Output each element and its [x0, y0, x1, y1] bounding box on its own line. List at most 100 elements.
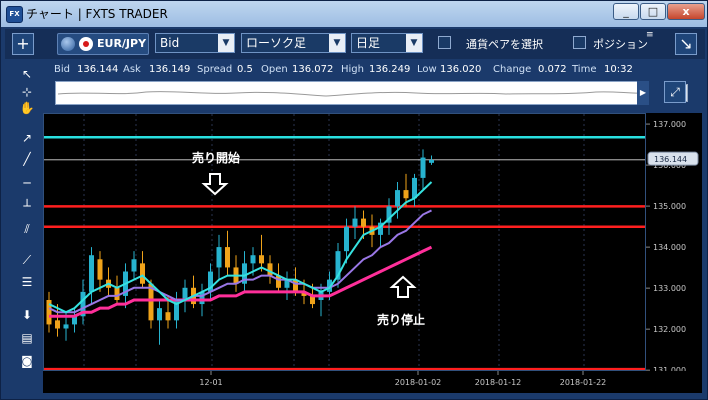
add-chart-button[interactable]: +: [12, 33, 34, 55]
price-axis-svg: 137.000136.000135.000134.000133.000132.0…: [646, 120, 699, 375]
y-tick-label: 132.000: [653, 325, 686, 334]
price-type-value: Bid: [160, 36, 180, 50]
candle-body: [352, 218, 358, 227]
chart-type-select[interactable]: ローソク足 ▼: [241, 33, 346, 53]
candle-body: [55, 320, 60, 329]
time-axis-svg: 12-01 2018-01-02 2018-01-12 2018-01-22: [199, 371, 607, 387]
cursor-icon[interactable]: ↖: [16, 65, 38, 83]
candlestick-chart: 売り開始売り停止: [44, 114, 645, 370]
candle-body: [429, 159, 434, 163]
globe-icon: [61, 37, 75, 51]
position-checkbox[interactable]: [573, 36, 586, 49]
minimize-button[interactable]: _: [613, 3, 639, 20]
candle-body: [131, 259, 137, 272]
japan-flag-icon: [79, 37, 93, 51]
time-label: Time: [572, 64, 597, 75]
trendline-tool-icon[interactable]: ↗: [16, 129, 38, 147]
bid-label: Bid: [54, 64, 70, 75]
low-label: Low: [417, 64, 437, 75]
fib-tool-icon[interactable]: ☰: [16, 273, 38, 291]
candle-body: [395, 190, 400, 207]
left-toolbar: ↖ ⊹ ✋ ↗ ╱ ─ ┴ ⫽ ⟋ ☰ ⬇ ▤ ◙: [14, 63, 40, 393]
price-type-select[interactable]: Bid ▼: [155, 33, 235, 53]
chevron-down-icon: ▼: [218, 34, 234, 52]
sell-start-arrow-shape: [201, 173, 229, 196]
quote-info-bar: Bid 136.144 Ask 136.149 Spread 0.5 Open …: [41, 61, 701, 77]
spread-label: Spread: [197, 64, 233, 75]
download-icon[interactable]: ⬇: [16, 306, 38, 324]
ask-label: Ask: [123, 64, 141, 75]
change-label: Change: [493, 64, 532, 75]
hand-icon[interactable]: ✋: [16, 99, 38, 117]
ask-value: 136.149: [149, 64, 191, 75]
candle-body: [225, 247, 230, 268]
candle-body: [361, 218, 366, 227]
high-label: High: [341, 64, 364, 75]
fan-tool-icon[interactable]: ⟋: [16, 251, 38, 269]
y-tick-label: 133.000: [653, 284, 686, 293]
chart-type-value: ローソク足: [246, 36, 307, 50]
y-tick-label: 134.000: [653, 243, 686, 252]
low-value: 136.020: [440, 64, 482, 75]
camera-icon[interactable]: ◙: [16, 352, 38, 370]
time-axis: 12-01 2018-01-02 2018-01-12 2018-01-22: [43, 371, 702, 393]
change-value: 0.072: [538, 64, 567, 75]
open-value: 136.072: [292, 64, 334, 75]
candle-body: [97, 259, 103, 280]
close-button[interactable]: x: [667, 3, 705, 20]
navigator-right-arrow[interactable]: ▶: [637, 81, 649, 105]
candle-body: [420, 157, 426, 178]
high-value: 136.249: [369, 64, 411, 75]
title-bar[interactable]: FX チャート | FXTS TRADER _ □ x: [1, 1, 707, 27]
candle-body: [140, 263, 145, 284]
undock-button[interactable]: ↘: [675, 33, 697, 55]
open-label: Open: [261, 64, 288, 75]
y-tick-label: 137.000: [653, 120, 686, 129]
position-label: ポジション: [593, 38, 648, 51]
x-tick-label: 12-01: [199, 378, 222, 387]
list-icon[interactable]: ▤: [16, 329, 38, 347]
candle-body: [46, 299, 52, 325]
price-badge-label: 136.144: [654, 155, 687, 164]
chart-plot-area[interactable]: 売り開始売り停止: [43, 113, 646, 371]
line-tool-icon[interactable]: ╱: [16, 150, 38, 168]
candle-body: [89, 255, 94, 292]
sell-stop-arrow: [389, 275, 417, 298]
chart-window: FX チャート | FXTS TRADER _ □ x + EUR/JPY Bi…: [0, 0, 708, 400]
symbol-button[interactable]: EUR/JPY: [57, 33, 149, 55]
zoom-button[interactable]: ⤢: [664, 81, 686, 103]
sell-stop-arrow-shape: [389, 275, 417, 298]
x-tick-label: 2018-01-02: [395, 378, 442, 387]
y-tick-label: 135.000: [653, 202, 686, 211]
hline-tool-icon[interactable]: ─: [16, 174, 38, 192]
chart-navigator[interactable]: ⋮: [55, 81, 688, 105]
x-tick-label: 2018-01-12: [475, 378, 522, 387]
window-title: チャート | FXTS TRADER: [26, 7, 168, 21]
candle-body: [165, 312, 171, 321]
sell-stop-label: 売り停止: [377, 312, 425, 327]
bid-value: 136.144: [77, 64, 119, 75]
candle-body: [344, 226, 349, 252]
candle-body: [63, 324, 69, 329]
candle-body: [250, 255, 256, 264]
chevron-down-icon: ▼: [329, 34, 345, 52]
candle-body: [267, 263, 273, 276]
candle-body: [403, 190, 409, 199]
timeframe-select[interactable]: 日足 ▼: [351, 33, 423, 53]
maximize-button[interactable]: □: [640, 3, 666, 20]
timeframe-value: 日足: [356, 36, 381, 50]
channel-tool-icon[interactable]: ⫽: [16, 220, 38, 238]
app-icon: FX: [6, 6, 23, 23]
vline-tool-icon[interactable]: ┴: [16, 197, 38, 215]
price-axis: 137.000136.000135.000134.000133.000132.0…: [646, 113, 702, 375]
navigator-sparkline: [57, 91, 647, 97]
sell-start-label: 売り開始: [192, 150, 240, 165]
candle-body: [216, 247, 222, 268]
candle-body: [114, 287, 120, 300]
candle-body: [259, 255, 264, 264]
spread-value: 0.5: [237, 64, 253, 75]
x-tick-label: 2018-01-22: [560, 378, 607, 387]
time-value: 10:32: [604, 64, 633, 75]
pair-select-checkbox[interactable]: [438, 36, 451, 49]
menu-icon[interactable]: ≡: [646, 31, 656, 54]
